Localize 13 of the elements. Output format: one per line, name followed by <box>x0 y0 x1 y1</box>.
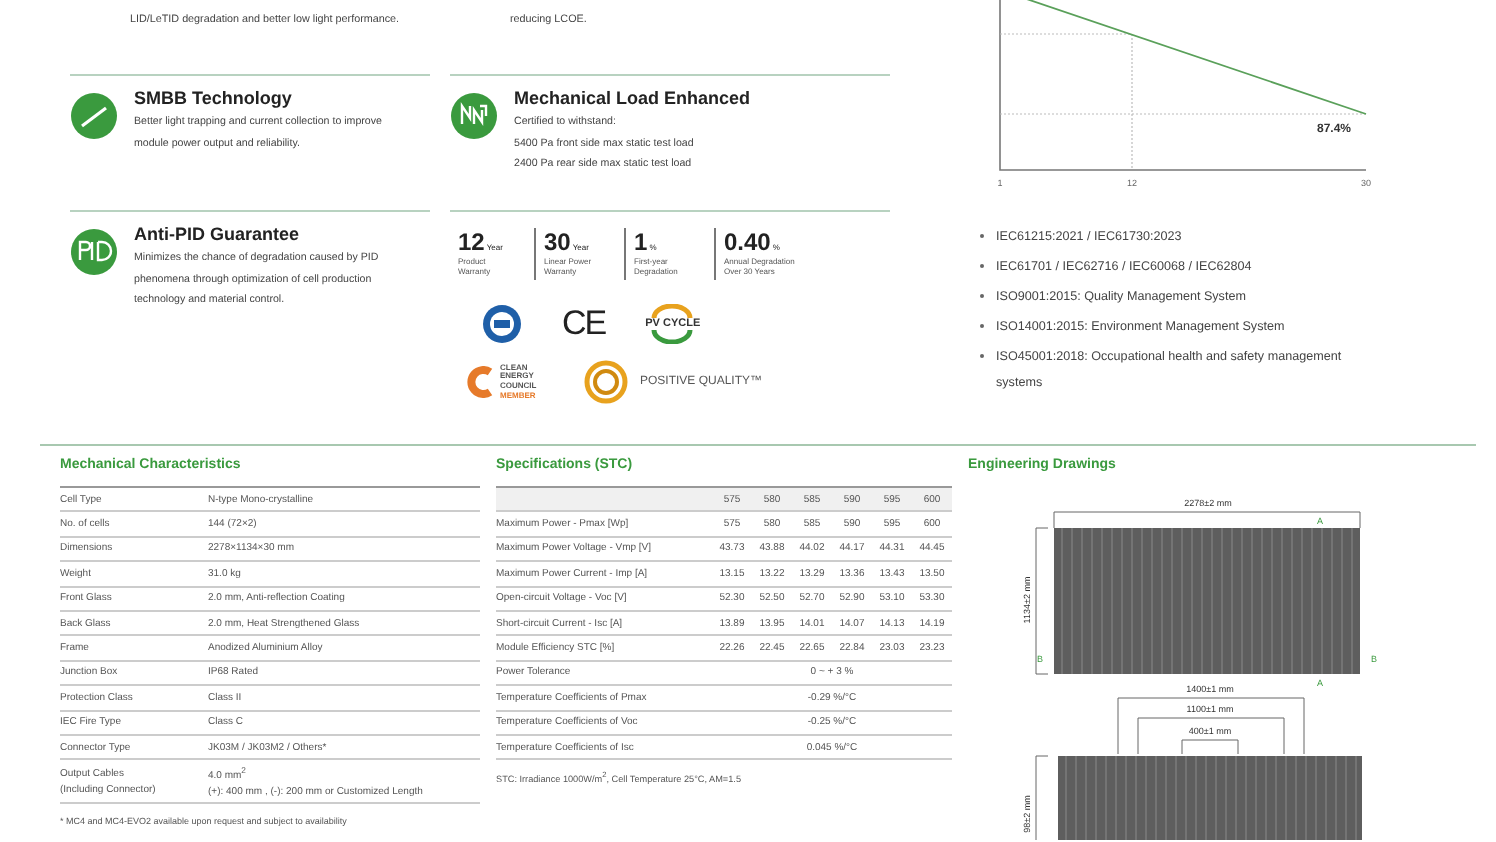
arc-icon <box>650 330 695 344</box>
dimension-line <box>1035 755 1049 840</box>
certification-seal-icon <box>482 304 522 344</box>
c-logo-icon <box>466 366 494 398</box>
ring-logo-icon <box>584 360 628 404</box>
load-icon <box>450 92 498 140</box>
ce-mark: CE <box>562 304 606 344</box>
feature-title: Anti-PID Guarantee <box>134 224 302 244</box>
busbar-icon <box>70 92 118 140</box>
arc-icon <box>650 304 695 318</box>
pid-icon <box>70 228 118 276</box>
feature-title: Mechanical Load Enhanced <box>514 88 751 108</box>
feature-title: SMBB Technology <box>134 88 294 108</box>
